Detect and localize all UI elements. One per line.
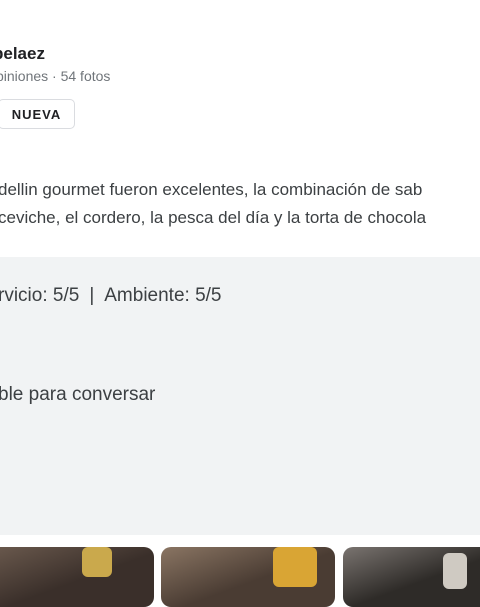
review-line-2: ceviche, el cordero, la pesca del día y … <box>0 208 427 227</box>
photo-3[interactable] <box>343 547 480 607</box>
photo-2[interactable] <box>161 547 335 607</box>
reviewer-name[interactable]: pelaez <box>0 44 45 64</box>
photo-1[interactable] <box>0 547 154 607</box>
review-text: dellin gourmet fueron excelentes, la com… <box>0 176 480 232</box>
reviewer-meta: piniones · 54 fotos <box>0 68 111 84</box>
service-rating: rvicio: 5/5 <box>0 285 80 306</box>
ratings-line: rvicio: 5/5 | Ambiente: 5/5 <box>0 285 222 307</box>
new-badge: NUEVA <box>0 99 75 129</box>
review-line-1: dellin gourmet fueron excelentes, la com… <box>0 180 423 199</box>
ambience-rating: Ambiente: 5/5 <box>104 285 222 306</box>
rating-separator: | <box>89 285 95 306</box>
noise-level: ble para conversar <box>0 384 156 405</box>
